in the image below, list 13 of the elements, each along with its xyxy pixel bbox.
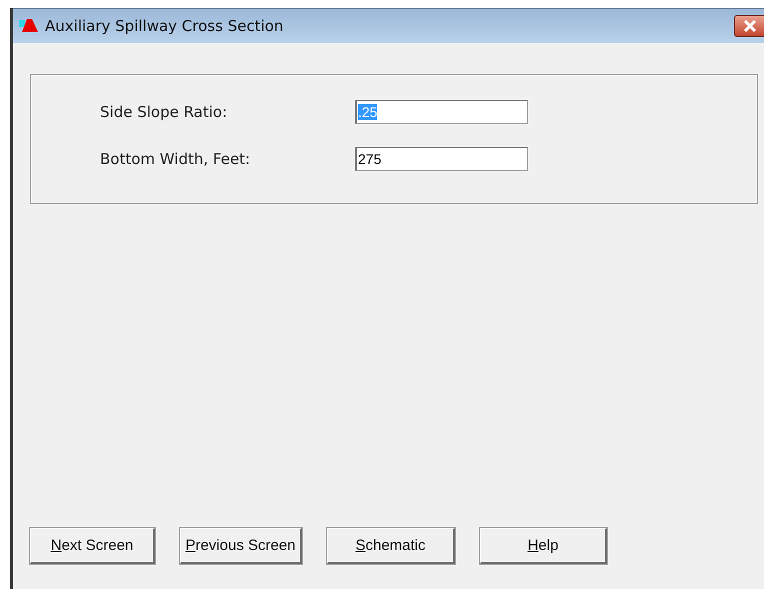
close-button[interactable]	[734, 15, 764, 37]
input-field[interactable]: 275	[355, 147, 528, 171]
dialog-button[interactable]: Schematic	[327, 528, 455, 564]
app-icon	[19, 18, 39, 34]
field-value: .25	[358, 104, 378, 120]
field-label: Side Slope Ratio:	[100, 103, 228, 121]
window-title: Auxiliary Spillway Cross Section	[45, 17, 284, 35]
dialog-button[interactable]: Next Screen	[30, 528, 155, 564]
dialog-button[interactable]: Help	[480, 528, 607, 564]
close-icon	[743, 20, 757, 32]
field-value: 275	[358, 151, 382, 167]
field-label: Bottom Width, Feet:	[100, 150, 252, 168]
dialog-button[interactable]: Previous Screen	[180, 528, 302, 564]
